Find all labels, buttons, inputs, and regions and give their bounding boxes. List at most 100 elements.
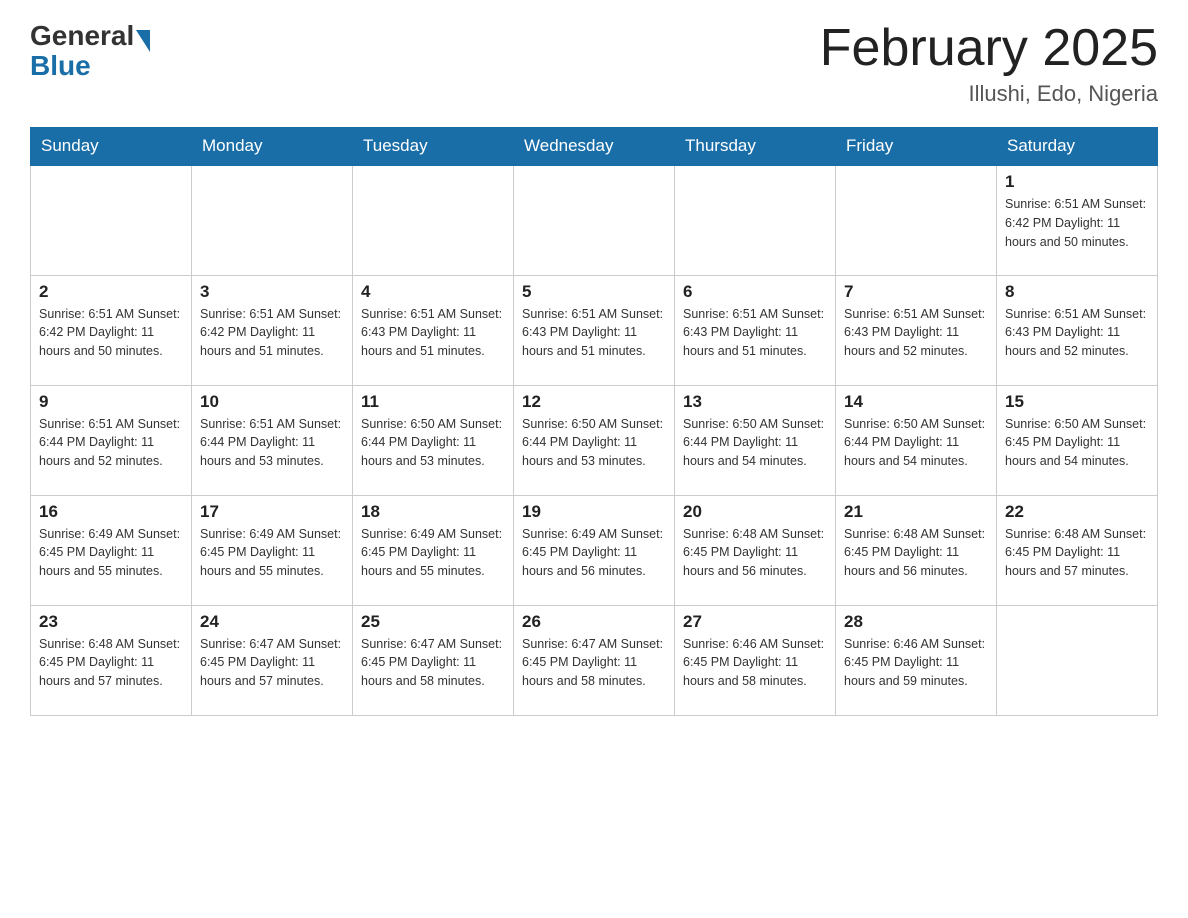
day-number: 11 xyxy=(361,392,505,412)
calendar-week-row: 23Sunrise: 6:48 AM Sunset: 6:45 PM Dayli… xyxy=(31,605,1158,715)
day-info: Sunrise: 6:47 AM Sunset: 6:45 PM Dayligh… xyxy=(361,635,505,691)
calendar-subtitle: Illushi, Edo, Nigeria xyxy=(820,81,1158,107)
calendar-week-row: 9 Sunrise: 6:51 AM Sunset: 6:44 PM Daylig… xyxy=(31,385,1158,495)
calendar-cell: 16 Sunrise: 6:49 AM Sunset: 6:45 PM Dayli… xyxy=(31,495,192,605)
day-number: 18 xyxy=(361,502,505,522)
day-info: Sunrise: 6:51 AM Sunset: 6:44 PM Dayligh… xyxy=(200,415,344,471)
calendar-cell: 21 Sunrise: 6:48 AM Sunset: 6:45 PM Dayli… xyxy=(836,495,997,605)
calendar-cell xyxy=(997,605,1158,715)
page-header: General Blue February 2025 Illushi, Edo,… xyxy=(30,20,1158,107)
day-info: Sunrise: 6:51 AM Sunset: 6:43 PM Dayligh… xyxy=(844,305,988,361)
calendar-cell: 9 Sunrise: 6:51 AM Sunset: 6:44 PM Daylig… xyxy=(31,385,192,495)
day-info: Sunrise: 6:48 AM Sunset: 6:45 PM Dayligh… xyxy=(683,525,827,581)
day-number: 12 xyxy=(522,392,666,412)
calendar-cell: 20 Sunrise: 6:48 AM Sunset: 6:45 PM Dayli… xyxy=(675,495,836,605)
day-info: Sunrise: 6:48 AM Sunset: 6:45 PM Dayligh… xyxy=(844,525,988,581)
day-number: 13 xyxy=(683,392,827,412)
day-number: 6 xyxy=(683,282,827,302)
calendar-header: SundayMondayTuesdayWednesdayThursdayFrid… xyxy=(31,128,1158,166)
weekday-header-monday: Monday xyxy=(192,128,353,166)
day-number: 1 xyxy=(1005,172,1149,192)
calendar-cell: 23Sunrise: 6:48 AM Sunset: 6:45 PM Dayli… xyxy=(31,605,192,715)
day-number: 9 xyxy=(39,392,183,412)
weekday-header-saturday: Saturday xyxy=(997,128,1158,166)
day-number: 20 xyxy=(683,502,827,522)
day-info: Sunrise: 6:50 AM Sunset: 6:44 PM Dayligh… xyxy=(844,415,988,471)
day-info: Sunrise: 6:51 AM Sunset: 6:44 PM Dayligh… xyxy=(39,415,183,471)
calendar-cell: 3 Sunrise: 6:51 AM Sunset: 6:42 PM Daylig… xyxy=(192,275,353,385)
calendar-cell: 2 Sunrise: 6:51 AM Sunset: 6:42 PM Daylig… xyxy=(31,275,192,385)
day-info: Sunrise: 6:47 AM Sunset: 6:45 PM Dayligh… xyxy=(522,635,666,691)
day-number: 21 xyxy=(844,502,988,522)
calendar-cell: 15 Sunrise: 6:50 AM Sunset: 6:45 PM Dayli… xyxy=(997,385,1158,495)
day-info: Sunrise: 6:46 AM Sunset: 6:45 PM Dayligh… xyxy=(844,635,988,691)
logo-general-text: General xyxy=(30,20,134,52)
day-info: Sunrise: 6:51 AM Sunset: 6:43 PM Dayligh… xyxy=(361,305,505,361)
day-info: Sunrise: 6:50 AM Sunset: 6:45 PM Dayligh… xyxy=(1005,415,1149,471)
calendar-cell: 6 Sunrise: 6:51 AM Sunset: 6:43 PM Daylig… xyxy=(675,275,836,385)
day-number: 15 xyxy=(1005,392,1149,412)
day-number: 28 xyxy=(844,612,988,632)
calendar-table: SundayMondayTuesdayWednesdayThursdayFrid… xyxy=(30,127,1158,716)
day-info: Sunrise: 6:51 AM Sunset: 6:42 PM Dayligh… xyxy=(39,305,183,361)
calendar-cell: 8Sunrise: 6:51 AM Sunset: 6:43 PM Daylig… xyxy=(997,275,1158,385)
day-number: 2 xyxy=(39,282,183,302)
calendar-cell: 4 Sunrise: 6:51 AM Sunset: 6:43 PM Daylig… xyxy=(353,275,514,385)
weekday-header-wednesday: Wednesday xyxy=(514,128,675,166)
calendar-cell: 28 Sunrise: 6:46 AM Sunset: 6:45 PM Dayli… xyxy=(836,605,997,715)
day-info: Sunrise: 6:51 AM Sunset: 6:43 PM Dayligh… xyxy=(683,305,827,361)
calendar-cell: 12 Sunrise: 6:50 AM Sunset: 6:44 PM Dayli… xyxy=(514,385,675,495)
day-info: Sunrise: 6:49 AM Sunset: 6:45 PM Dayligh… xyxy=(361,525,505,581)
day-number: 17 xyxy=(200,502,344,522)
day-info: Sunrise: 6:50 AM Sunset: 6:44 PM Dayligh… xyxy=(361,415,505,471)
calendar-cell: 19 Sunrise: 6:49 AM Sunset: 6:45 PM Dayli… xyxy=(514,495,675,605)
logo-blue-text: Blue xyxy=(30,50,150,82)
weekday-header-row: SundayMondayTuesdayWednesdayThursdayFrid… xyxy=(31,128,1158,166)
logo-arrow-icon xyxy=(136,30,150,52)
day-number: 25 xyxy=(361,612,505,632)
calendar-cell xyxy=(514,165,675,275)
calendar-cell: 1Sunrise: 6:51 AM Sunset: 6:42 PM Daylig… xyxy=(997,165,1158,275)
day-number: 3 xyxy=(200,282,344,302)
day-number: 19 xyxy=(522,502,666,522)
weekday-header-thursday: Thursday xyxy=(675,128,836,166)
calendar-week-row: 2 Sunrise: 6:51 AM Sunset: 6:42 PM Daylig… xyxy=(31,275,1158,385)
day-info: Sunrise: 6:49 AM Sunset: 6:45 PM Dayligh… xyxy=(39,525,183,581)
calendar-cell: 5Sunrise: 6:51 AM Sunset: 6:43 PM Daylig… xyxy=(514,275,675,385)
day-info: Sunrise: 6:50 AM Sunset: 6:44 PM Dayligh… xyxy=(522,415,666,471)
calendar-cell xyxy=(836,165,997,275)
calendar-cell: 11 Sunrise: 6:50 AM Sunset: 6:44 PM Dayli… xyxy=(353,385,514,495)
calendar-cell: 27 Sunrise: 6:46 AM Sunset: 6:45 PM Dayli… xyxy=(675,605,836,715)
calendar-cell: 13 Sunrise: 6:50 AM Sunset: 6:44 PM Dayli… xyxy=(675,385,836,495)
day-info: Sunrise: 6:46 AM Sunset: 6:45 PM Dayligh… xyxy=(683,635,827,691)
day-number: 24 xyxy=(200,612,344,632)
day-info: Sunrise: 6:48 AM Sunset: 6:45 PM Dayligh… xyxy=(1005,525,1149,581)
day-number: 14 xyxy=(844,392,988,412)
title-block: February 2025 Illushi, Edo, Nigeria xyxy=(820,20,1158,107)
calendar-cell: 25 Sunrise: 6:47 AM Sunset: 6:45 PM Dayli… xyxy=(353,605,514,715)
day-number: 26 xyxy=(522,612,666,632)
day-info: Sunrise: 6:47 AM Sunset: 6:45 PM Dayligh… xyxy=(200,635,344,691)
day-info: Sunrise: 6:50 AM Sunset: 6:44 PM Dayligh… xyxy=(683,415,827,471)
day-number: 27 xyxy=(683,612,827,632)
day-number: 4 xyxy=(361,282,505,302)
logo: General Blue xyxy=(30,20,150,82)
calendar-title: February 2025 xyxy=(820,20,1158,77)
calendar-week-row: 16 Sunrise: 6:49 AM Sunset: 6:45 PM Dayli… xyxy=(31,495,1158,605)
calendar-cell: 18 Sunrise: 6:49 AM Sunset: 6:45 PM Dayli… xyxy=(353,495,514,605)
calendar-cell: 10Sunrise: 6:51 AM Sunset: 6:44 PM Dayli… xyxy=(192,385,353,495)
weekday-header-sunday: Sunday xyxy=(31,128,192,166)
day-info: Sunrise: 6:51 AM Sunset: 6:42 PM Dayligh… xyxy=(200,305,344,361)
day-number: 5 xyxy=(522,282,666,302)
day-number: 7 xyxy=(844,282,988,302)
day-number: 16 xyxy=(39,502,183,522)
calendar-cell xyxy=(31,165,192,275)
weekday-header-friday: Friday xyxy=(836,128,997,166)
day-info: Sunrise: 6:49 AM Sunset: 6:45 PM Dayligh… xyxy=(522,525,666,581)
calendar-cell: 22Sunrise: 6:48 AM Sunset: 6:45 PM Dayli… xyxy=(997,495,1158,605)
day-number: 8 xyxy=(1005,282,1149,302)
calendar-cell: 14 Sunrise: 6:50 AM Sunset: 6:44 PM Dayli… xyxy=(836,385,997,495)
day-info: Sunrise: 6:48 AM Sunset: 6:45 PM Dayligh… xyxy=(39,635,183,691)
day-info: Sunrise: 6:49 AM Sunset: 6:45 PM Dayligh… xyxy=(200,525,344,581)
calendar-cell: 17 Sunrise: 6:49 AM Sunset: 6:45 PM Dayli… xyxy=(192,495,353,605)
